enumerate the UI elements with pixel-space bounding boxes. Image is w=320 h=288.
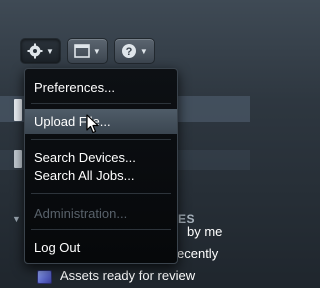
disclosure-triangle-icon[interactable]: ▼ xyxy=(12,214,21,224)
sidebar-item-assets-ready-for-review[interactable]: Assets ready for review xyxy=(60,268,195,283)
menu-separator xyxy=(31,193,171,194)
help-menu-button[interactable]: ? ▼ xyxy=(113,38,155,64)
chevron-down-icon: ▼ xyxy=(46,46,54,56)
chevron-down-icon: ▼ xyxy=(139,46,148,56)
sidebar-item-recently[interactable]: ecently xyxy=(177,246,218,261)
mouse-pointer-icon xyxy=(86,114,99,134)
menu-item-upload-file[interactable]: Upload File... xyxy=(25,109,177,134)
chevron-down-icon: ▼ xyxy=(92,46,101,56)
gear-dropdown-menu: Preferences... Upload File... Search Dev… xyxy=(24,68,178,264)
sidebar-item-created-by-me[interactable]: by me xyxy=(187,224,222,239)
window-menu-button[interactable]: ▼ xyxy=(66,38,108,64)
window-icon xyxy=(74,44,90,58)
menu-item-search-devices[interactable]: Search Devices... xyxy=(25,149,177,166)
menu-item-log-out[interactable]: Log Out xyxy=(25,239,177,256)
menu-separator xyxy=(31,103,171,104)
toolbar: ▼ ▼ ? ▼ xyxy=(20,38,200,66)
menu-separator xyxy=(31,139,171,140)
menu-item-preferences[interactable]: Preferences... xyxy=(25,79,177,96)
help-icon: ? xyxy=(121,43,137,59)
gear-icon xyxy=(27,43,43,59)
svg-text:?: ? xyxy=(125,46,132,58)
menu-item-administration: Administration... xyxy=(34,206,128,221)
menu-separator xyxy=(31,229,171,230)
gear-menu-button[interactable]: ▼ xyxy=(20,38,61,64)
menu-item-search-all-jobs[interactable]: Search All Jobs... xyxy=(25,167,177,184)
sidebar-tab-marker xyxy=(14,99,22,121)
assets-icon xyxy=(37,270,52,284)
